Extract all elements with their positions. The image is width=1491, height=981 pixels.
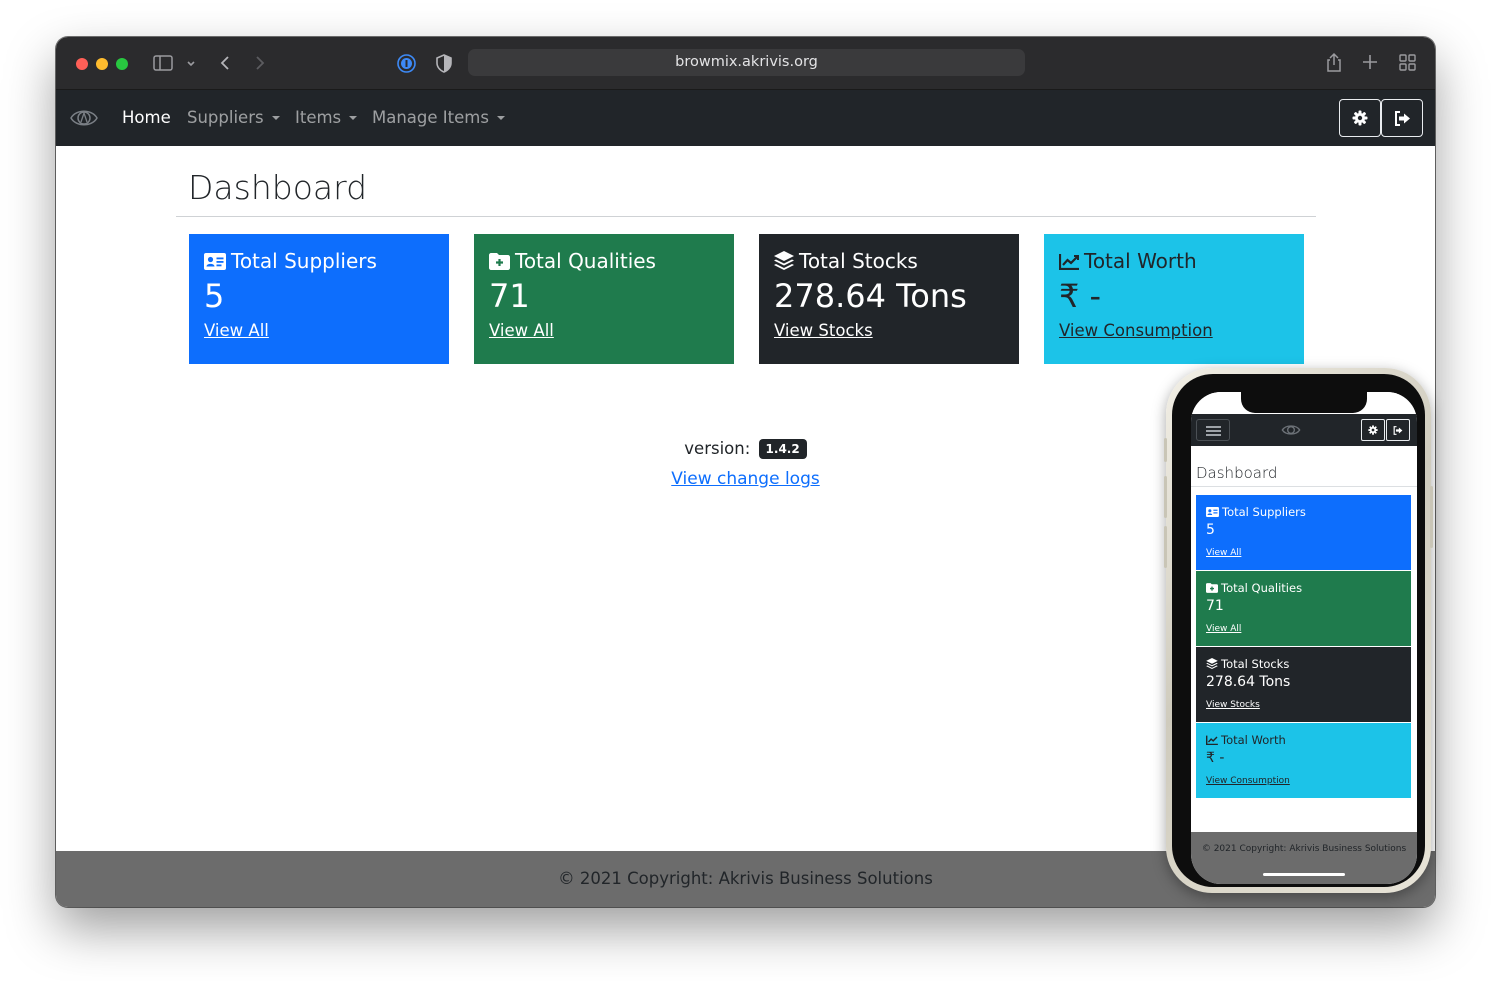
view-all-qualities-link[interactable]: View All: [489, 321, 554, 340]
page-title: Dashboard: [188, 168, 368, 207]
card-title: Total Qualities: [515, 249, 656, 273]
browser-toolbar: browmix.akrivis.org: [56, 37, 1435, 90]
card-title: Total Qualities: [1221, 581, 1303, 595]
share-icon[interactable]: [1325, 52, 1343, 76]
logout-button[interactable]: [1381, 99, 1423, 137]
zoom-window-button[interactable]: [116, 58, 128, 70]
phone-mockup: Dashboard Total Suppliers 5 View All Tot…: [1164, 368, 1433, 893]
nav-manage-items-label: Manage Items: [372, 108, 489, 127]
view-consumption-link[interactable]: View Consumption: [1059, 321, 1213, 340]
divider: [176, 216, 1316, 217]
app-navbar: Home Suppliers Items Manage Items: [56, 90, 1435, 146]
card-total-qualities: Total Qualities 71 View All: [474, 234, 734, 364]
phone-side-button: [1164, 438, 1167, 462]
card-total-worth: Total Worth ₹ - View Consumption: [1044, 234, 1304, 364]
card-title: Total Stocks: [799, 249, 918, 273]
card-title: Total Worth: [1084, 249, 1197, 273]
card-title: Total Worth: [1221, 733, 1286, 747]
tab-overview-icon[interactable]: [1399, 54, 1416, 74]
sidebar-toggle-icon[interactable]: [153, 55, 173, 74]
card-value: 5: [204, 277, 225, 315]
card-value: ₹ -: [1206, 750, 1225, 766]
address-card-icon: [1206, 507, 1219, 517]
nav-suppliers-label: Suppliers: [187, 108, 264, 127]
chart-line-icon: [1058, 254, 1079, 271]
view-stocks-link[interactable]: View Stocks: [774, 321, 873, 340]
phone-side-button: [1164, 526, 1167, 568]
forward-icon[interactable]: [254, 55, 266, 74]
phone-notch: [1241, 392, 1367, 413]
mobile-page-title: Dashboard: [1196, 464, 1278, 482]
version-label: version:: [684, 439, 751, 458]
card-value: 71: [489, 277, 530, 315]
view-all-qualities-link[interactable]: View All: [1206, 624, 1241, 634]
mobile-card-total-suppliers: Total Suppliers 5 View All: [1196, 495, 1411, 570]
gear-icon: [1368, 425, 1378, 435]
phone-side-button: [1430, 486, 1433, 548]
folder-plus-icon: [489, 253, 510, 270]
brand-logo-icon[interactable]: [69, 104, 99, 136]
card-value: 71: [1206, 598, 1224, 614]
mobile-navbar: [1191, 414, 1417, 446]
card-value: 5: [1206, 522, 1215, 538]
home-indicator: [1263, 873, 1345, 876]
folder-plus-icon: [1206, 583, 1218, 593]
view-change-logs-link[interactable]: View change logs: [671, 469, 819, 489]
new-tab-icon[interactable]: [1362, 54, 1378, 73]
caret-down-icon: [496, 116, 505, 120]
nav-manage-items-dropdown[interactable]: Manage Items: [372, 108, 505, 127]
caret-down-icon: [349, 116, 358, 120]
brand-logo-icon[interactable]: [1281, 422, 1301, 442]
chart-line-icon: [1206, 735, 1218, 746]
nav-items-dropdown[interactable]: Items: [295, 108, 358, 127]
layers-icon: [1206, 658, 1218, 669]
card-title: Total Suppliers: [231, 249, 377, 273]
hamburger-menu-button[interactable]: [1196, 419, 1230, 441]
privacy-shield-icon[interactable]: [436, 54, 452, 76]
phone-side-button: [1164, 476, 1167, 518]
card-value: ₹ -: [1059, 277, 1102, 315]
password-manager-icon[interactable]: [397, 54, 416, 76]
sign-out-icon: [1393, 425, 1403, 435]
gear-icon: [1352, 110, 1368, 126]
divider: [1191, 486, 1417, 487]
mobile-card-total-worth: Total Worth ₹ - View Consumption: [1196, 723, 1411, 798]
card-title: Total Suppliers: [1222, 505, 1306, 519]
address-bar[interactable]: browmix.akrivis.org: [468, 49, 1025, 76]
minimize-window-button[interactable]: [96, 58, 108, 70]
phone-screen: Dashboard Total Suppliers 5 View All Tot…: [1191, 392, 1417, 884]
sign-out-icon: [1394, 110, 1410, 126]
view-stocks-link[interactable]: View Stocks: [1206, 700, 1260, 710]
mobile-logout-button[interactable]: [1386, 419, 1410, 441]
view-consumption-link[interactable]: View Consumption: [1206, 776, 1290, 786]
settings-button[interactable]: [1339, 99, 1381, 137]
caret-down-icon: [271, 116, 280, 120]
mobile-card-total-qualities: Total Qualities 71 View All: [1196, 571, 1411, 646]
address-card-icon: [204, 253, 226, 270]
back-icon[interactable]: [219, 55, 231, 74]
view-all-suppliers-link[interactable]: View All: [204, 321, 269, 340]
card-total-suppliers: Total Suppliers 5 View All: [189, 234, 449, 364]
card-value: 278.64 Tons: [774, 277, 967, 315]
card-value: 278.64 Tons: [1206, 674, 1291, 690]
layers-icon: [774, 251, 794, 270]
version-badge: 1.4.2: [758, 439, 807, 459]
mobile-footer: © 2021 Copyright: Akrivis Business Solut…: [1191, 832, 1417, 884]
mobile-settings-button[interactable]: [1361, 419, 1385, 441]
view-all-suppliers-link[interactable]: View All: [1206, 548, 1241, 558]
card-total-stocks: Total Stocks 278.64 Tons View Stocks: [759, 234, 1019, 364]
nav-items-label: Items: [295, 108, 342, 127]
card-title: Total Stocks: [1221, 657, 1290, 671]
nav-suppliers-dropdown[interactable]: Suppliers: [187, 108, 280, 127]
mobile-card-total-stocks: Total Stocks 278.64 Tons View Stocks: [1196, 647, 1411, 722]
chevron-down-icon[interactable]: [186, 56, 196, 72]
close-window-button[interactable]: [76, 58, 88, 70]
nav-home-link[interactable]: Home: [122, 108, 171, 127]
